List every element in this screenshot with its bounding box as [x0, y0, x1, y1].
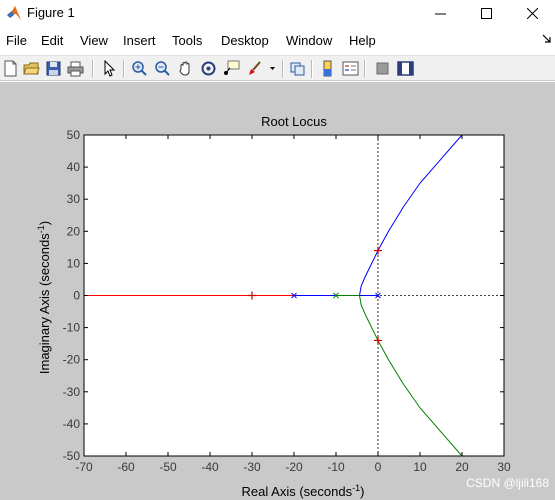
toolbar-separator — [364, 60, 366, 78]
data-cursor-icon — [224, 60, 240, 75]
print-button[interactable] — [66, 59, 85, 78]
legend-icon — [342, 61, 359, 76]
x-tick-label: -20 — [285, 460, 303, 474]
y-tick-label: 0 — [73, 289, 80, 303]
zoom-out-icon — [155, 61, 170, 76]
new-figure-button[interactable] — [1, 59, 20, 78]
hide-plot-tools-button[interactable] — [373, 59, 392, 78]
zoom-out-button[interactable] — [153, 59, 172, 78]
y-tick-label: -30 — [63, 385, 81, 399]
save-button[interactable] — [44, 59, 63, 78]
colorbar-button[interactable] — [318, 59, 337, 78]
x-tick-label: -40 — [201, 460, 219, 474]
x-tick-label: -10 — [327, 460, 345, 474]
y-axis-label: Imaginary Axis (seconds-1) — [36, 221, 52, 374]
x-axis-label-exponent: -1 — [352, 483, 360, 493]
x-axis-label-close: ) — [360, 484, 364, 499]
y-tick-label: 10 — [67, 256, 81, 270]
pointer-icon — [104, 60, 116, 77]
print-icon — [67, 61, 84, 77]
maximize-icon — [480, 7, 492, 19]
toolbar-separator — [282, 60, 284, 78]
root-locus-plot: -70 -60 -50 -40 -30 -20 -10 0 10 20 3050403020100-… — [36, 114, 511, 499]
menu-view[interactable]: View — [80, 33, 108, 48]
dock-arrow-icon[interactable] — [542, 34, 552, 44]
open-file-button[interactable] — [22, 59, 41, 78]
x-tick-label: -50 — [159, 460, 177, 474]
y-tick-label: 40 — [67, 160, 81, 174]
y-tick-label: -50 — [63, 449, 81, 463]
y-tick-label: -40 — [63, 417, 81, 431]
brush-button[interactable] — [245, 59, 264, 78]
open-file-icon — [23, 62, 40, 75]
x-tick-label: 0 — [375, 460, 382, 474]
menu-file[interactable]: File — [6, 33, 27, 48]
save-icon — [46, 61, 61, 76]
rotate-3d-icon — [201, 61, 216, 76]
link-plot-button[interactable] — [288, 59, 307, 78]
x-tick-label: 10 — [413, 460, 427, 474]
x-tick-label: 30 — [497, 460, 511, 474]
show-plot-tools-icon — [397, 61, 414, 76]
pan-button[interactable] — [176, 59, 195, 78]
menu-help[interactable]: Help — [349, 33, 376, 48]
link-plot-icon — [290, 62, 305, 76]
data-cursor-button[interactable] — [222, 59, 241, 78]
menu-edit[interactable]: Edit — [41, 33, 63, 48]
window-title: Figure 1 — [27, 5, 75, 20]
close-button[interactable] — [509, 0, 555, 26]
chart-title: Root Locus — [261, 114, 327, 129]
x-axis-label: Real Axis (seconds-1) — [242, 483, 365, 499]
menu-insert[interactable]: Insert — [123, 33, 156, 48]
brush-icon — [249, 61, 261, 75]
minimize-icon — [434, 13, 446, 14]
colorbar-icon — [323, 60, 332, 77]
y-axis-label-close: ) — [37, 221, 52, 225]
rotate-3d-button[interactable] — [199, 59, 218, 78]
chevron-down-icon — [270, 67, 275, 70]
menu-desktop[interactable]: Desktop — [221, 33, 269, 48]
minimize-button[interactable] — [417, 0, 463, 26]
hide-plot-tools-icon — [376, 62, 389, 75]
show-plot-tools-button[interactable] — [396, 59, 415, 78]
toolbar-separator — [123, 60, 125, 78]
legend-button[interactable] — [341, 59, 360, 78]
zoom-in-button[interactable] — [130, 59, 149, 78]
menu-tools[interactable]: Tools — [172, 33, 202, 48]
close-icon — [526, 7, 538, 19]
maximize-button[interactable] — [463, 0, 509, 26]
zoom-in-icon — [132, 61, 147, 76]
x-tick-label: -60 — [117, 460, 135, 474]
y-tick-label: 30 — [67, 192, 81, 206]
new-figure-icon — [4, 60, 17, 77]
y-tick-label: 50 — [67, 128, 81, 142]
window-titlebar: Figure 1 — [0, 0, 555, 26]
x-axis-label-text: Real Axis (seconds — [242, 484, 353, 499]
y-axis-label-exponent: -1 — [36, 225, 46, 233]
toolbar-separator — [311, 60, 313, 78]
select-pointer-button[interactable] — [100, 59, 119, 78]
y-tick-label: -20 — [63, 353, 81, 367]
y-tick-label: 20 — [67, 224, 81, 238]
menu-window[interactable]: Window — [286, 33, 332, 48]
figure-toolbar — [0, 55, 555, 81]
toolbar-separator — [92, 60, 94, 78]
watermark-text: CSDN @ljili168 — [466, 476, 549, 490]
y-tick-label: -10 — [63, 321, 81, 335]
matlab-logo-icon — [7, 6, 21, 20]
y-axis-label-text: Imaginary Axis (seconds — [37, 233, 52, 374]
x-tick-label: -30 — [243, 460, 261, 474]
x-tick-label: 20 — [455, 460, 469, 474]
menu-bar: File Edit View Insert Tools Desktop Wind… — [0, 28, 555, 52]
pan-hand-icon — [179, 61, 190, 76]
